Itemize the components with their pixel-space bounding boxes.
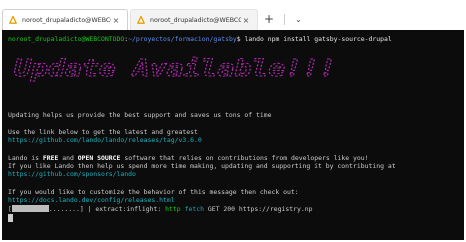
divider xyxy=(284,13,286,25)
progress-bar-fill xyxy=(11,205,49,212)
linux-penguin-icon xyxy=(9,16,17,24)
terminal-window: noroot_drupaladicto@WEBCON × noroot_drup… xyxy=(0,0,466,242)
prompt-user: noroot_drupaladicto@WEBCONTODO xyxy=(8,35,125,43)
terminal-cursor xyxy=(8,214,13,222)
update-available-banner: Update Available!!! xyxy=(14,56,337,83)
tab-1[interactable]: noroot_drupaladicto@WEBCON × xyxy=(2,9,128,30)
tab-2-label: noroot_drupaladicto@WEBCON xyxy=(150,16,241,24)
updating-message: Updating helps us provide the best suppo… xyxy=(8,111,272,119)
terminal-output[interactable]: noroot_drupaladicto@WEBCONTODO:~/proyect… xyxy=(2,30,464,240)
tab-2[interactable]: noroot_drupaladicto@WEBCON × xyxy=(130,9,258,30)
release-link[interactable]: https://github.com/lando/lando/releases/… xyxy=(8,136,202,144)
docs-link[interactable]: https://docs.lando.dev/config/releases.h… xyxy=(8,196,175,204)
linux-penguin-icon xyxy=(137,16,145,24)
tab-actions: + ⌄ xyxy=(264,11,302,27)
chevron-down-icon[interactable]: ⌄ xyxy=(295,15,302,24)
command-line: noroot_drupaladicto@WEBCONTODO:~/proyect… xyxy=(8,35,392,43)
sponsors-link[interactable]: https://github.com/sponsors/lando xyxy=(8,170,136,178)
close-icon[interactable]: × xyxy=(111,16,121,25)
banner-text: Update Available!!! xyxy=(14,56,336,82)
npm-progress-line: [........] | extract:inflight: http fetc… xyxy=(8,205,313,213)
close-icon[interactable]: × xyxy=(241,16,251,25)
plus-icon[interactable]: + xyxy=(264,13,274,25)
prompt-path: ~/proyectos/formacion/gatsby xyxy=(128,35,237,43)
tab-bar: noroot_drupaladicto@WEBCON × noroot_drup… xyxy=(0,0,466,30)
cursor-line xyxy=(8,214,13,223)
command-text: lando npm install gatsby-source-drupal xyxy=(244,35,392,43)
tab-1-label: noroot_drupaladicto@WEBCON xyxy=(22,16,111,24)
